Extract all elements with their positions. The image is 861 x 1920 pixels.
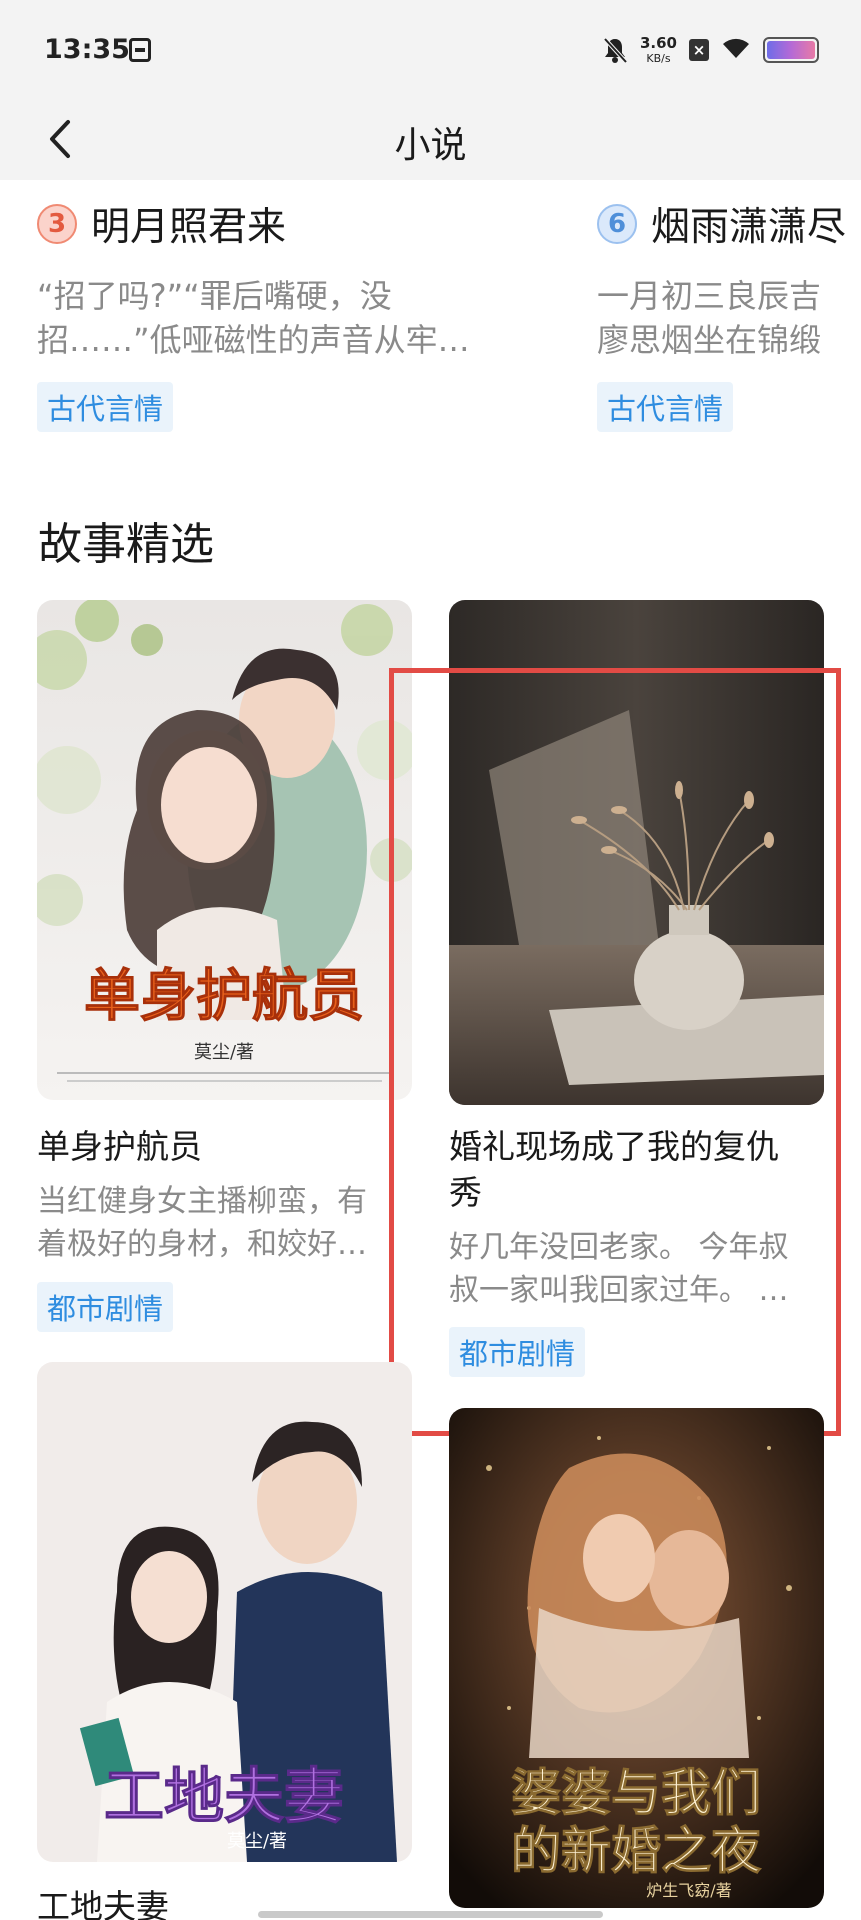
net-speed-value: 3.60 xyxy=(639,34,677,52)
couple-illustration: 单身护航员 莫尘/著 xyxy=(37,600,412,1100)
calendar-card-icon xyxy=(129,38,151,62)
wifi-icon xyxy=(721,36,751,64)
genre-tag: 都市剧情 xyxy=(37,1282,174,1332)
book-title-line[interactable]: 秀 xyxy=(449,1170,829,1216)
rank-card-header: 6 烟雨潇潇尽 xyxy=(597,196,861,252)
net-speed: 3.60 KB/s xyxy=(639,34,677,65)
section-title: 故事精选 xyxy=(38,519,214,570)
vase-still-life-image xyxy=(449,600,824,1105)
genre-tag: 都市剧情 xyxy=(449,1327,586,1377)
genre-tag: 古代言情 xyxy=(597,382,734,432)
book-desc-line: 着极好的身材，和姣好… xyxy=(37,1227,367,1262)
bell-muted-icon xyxy=(602,36,628,64)
book-desc-line: 当红健身女主播柳蛮，有 xyxy=(37,1184,367,1219)
home-indicator[interactable] xyxy=(258,1911,603,1918)
rank-card-desc-line: 一月初三良辰吉 xyxy=(597,277,822,315)
page-title: 小说 xyxy=(394,125,467,166)
rank-card-desc-line: 廖思烟坐在锦缎 xyxy=(597,321,822,359)
book-desc-line: 叔一家叫我回家过年。 … xyxy=(449,1273,789,1308)
net-speed-unit: KB/s xyxy=(646,52,671,65)
rank-card-header: 3 明月照君来 xyxy=(37,196,577,252)
book-cover[interactable] xyxy=(449,600,824,1105)
status-bar: 13:35 3.60 KB/s × xyxy=(0,0,861,100)
book-cover[interactable]: 单身护航员 莫尘/著 xyxy=(37,600,412,1100)
rank-card-title: 烟雨潇潇尽 xyxy=(651,205,847,250)
status-time: 13:35 xyxy=(44,34,130,65)
book-title-line[interactable]: 婚礼现场成了我的复仇 xyxy=(449,1124,829,1170)
x-box-icon: × xyxy=(689,39,709,61)
rank-card[interactable]: 6 烟雨潇潇尽 一月初三良辰吉 廖思烟坐在锦缎 古代言情 xyxy=(597,196,861,432)
rank-badge: 6 xyxy=(597,204,637,244)
cover-author: 炉生飞窈/著 xyxy=(646,1881,731,1900)
genre-tag: 古代言情 xyxy=(37,382,174,432)
book-title[interactable]: 单身护航员 xyxy=(37,1124,417,1170)
cover-title-line: 的新婚之夜 xyxy=(511,1821,762,1880)
battery-icon xyxy=(763,37,819,63)
couple-illustration: 工地夫妻 莫尘/著 xyxy=(37,1362,412,1862)
rank-card-desc-line: 招……”低哑磁性的声音从牢… xyxy=(37,321,470,359)
book-cover[interactable]: 工地夫妻 莫尘/著 xyxy=(37,1362,412,1862)
book-cover[interactable]: 婆婆与我们 的新婚之夜 炉生飞窈/著 xyxy=(449,1408,824,1908)
rank-badge: 3 xyxy=(37,204,77,244)
rank-card[interactable]: 3 明月照君来 “招了吗?”“罪后嘴硬，没 招……”低哑磁性的声音从牢… 古代言… xyxy=(37,196,577,432)
cover-author: 莫尘/著 xyxy=(194,1042,254,1063)
cover-author: 莫尘/著 xyxy=(227,1831,287,1852)
couple-illustration: 婆婆与我们 的新婚之夜 炉生飞窈/著 xyxy=(449,1408,824,1908)
rank-card-title: 明月照君来 xyxy=(91,205,287,250)
cover-title: 工地夫妻 xyxy=(104,1762,344,1832)
cover-title-line: 婆婆与我们 xyxy=(511,1763,761,1822)
book-desc-line: 好几年没回老家。 今年叔 xyxy=(449,1230,789,1265)
status-icons: 3.60 KB/s × xyxy=(602,32,819,68)
rank-card-desc-line: “招了吗?”“罪后嘴硬，没 xyxy=(37,277,392,315)
cover-title: 单身护航员 xyxy=(84,964,364,1029)
nav-bar: 小说 xyxy=(0,100,861,180)
